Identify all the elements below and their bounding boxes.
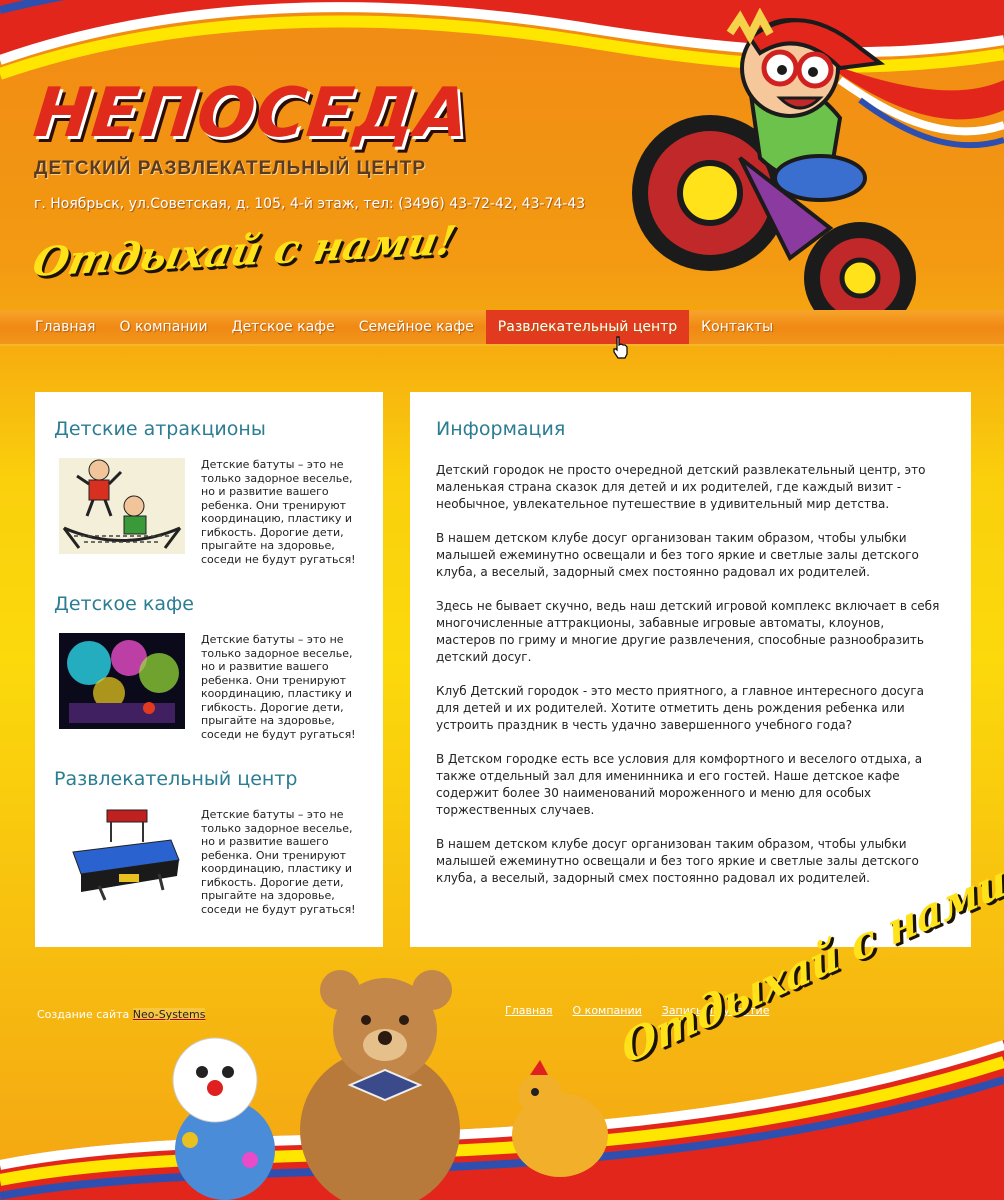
sidebar-block: Детское кафе Детские батуты – это не тол… bbox=[54, 593, 365, 768]
content-paragraph: Здесь не бывает скучно, ведь наш детский… bbox=[436, 599, 940, 664]
footer-credit-prefix: Создание сайта bbox=[37, 1008, 130, 1021]
logo-subtitle: ДЕТСКИЙ РАЗВЛЕКАТЕЛЬНЫЙ ЦЕНТР bbox=[34, 158, 427, 179]
main-content: Информация Детский городок не просто оче… bbox=[410, 392, 971, 947]
sidebar-block: Развлекательный центр Детские батуты – э… bbox=[54, 768, 365, 943]
footer-link-home[interactable]: Главная bbox=[505, 1004, 553, 1017]
contact-address: г. Ноябрьск, ул.Советская, д. 105, 4-й э… bbox=[34, 196, 586, 212]
footer-credit: Создание сайта Neo-Systems bbox=[37, 1008, 206, 1021]
sidebar-block-text: Детские батуты – это не только задорное … bbox=[201, 808, 356, 916]
footer-toys-illustration bbox=[0, 970, 1004, 1200]
air-hockey-table-thumbnail[interactable] bbox=[59, 808, 185, 904]
logo-title: НЕПОСЕДА bbox=[29, 74, 474, 153]
footer-link-about[interactable]: О компании bbox=[573, 1004, 642, 1017]
content-paragraph: Детский городок не просто очередной детс… bbox=[436, 463, 926, 511]
trampoline-kids-thumbnail[interactable] bbox=[59, 458, 185, 554]
nav-item-home[interactable]: Главная bbox=[23, 310, 107, 344]
sidebar-block-title[interactable]: Детские атракционы bbox=[54, 418, 365, 440]
header-slogan: Отдыхай с нами! bbox=[28, 217, 460, 286]
nav-item-about[interactable]: О компании bbox=[107, 310, 219, 344]
nav-item-family-cafe[interactable]: Семейное кафе bbox=[347, 310, 486, 344]
main-nav: Главная О компании Детское кафе Семейное… bbox=[0, 310, 1004, 344]
cafe-interior-thumbnail[interactable] bbox=[59, 633, 185, 729]
nav-item-kids-cafe[interactable]: Детское кафе bbox=[220, 310, 347, 344]
footer-credit-link[interactable]: Neo-Systems bbox=[132, 1008, 206, 1021]
sidebar-block-text: Детские батуты – это не только задорное … bbox=[201, 458, 356, 566]
sidebar-panel: Детские атракционы Детские батуты – это … bbox=[35, 392, 383, 947]
sidebar-block: Детские атракционы Детские батуты – это … bbox=[54, 418, 365, 593]
content-paragraph: В Детском городке есть все условия для к… bbox=[436, 752, 923, 817]
sidebar-block-title[interactable]: Развлекательный центр bbox=[54, 768, 365, 790]
sidebar-block-text: Детские батуты – это не только задорное … bbox=[201, 633, 356, 741]
site-logo[interactable]: НЕПОСЕДА ДЕТСКИЙ РАЗВЛЕКАТЕЛЬНЫЙ ЦЕНТР bbox=[30, 74, 474, 180]
content-paragraph: Клуб Детский городок - это место приятно… bbox=[436, 684, 925, 732]
content-paragraph: В нашем детском клубе досуг организован … bbox=[436, 531, 919, 579]
page-title: Информация bbox=[436, 418, 566, 440]
sidebar-block-title[interactable]: Детское кафе bbox=[54, 593, 365, 615]
boy-on-tricycle-illustration bbox=[632, 8, 916, 313]
content-paragraph: В нашем детском клубе досуг организован … bbox=[436, 837, 919, 885]
page: НЕПОСЕДА ДЕТСКИЙ РАЗВЛЕКАТЕЛЬНЫЙ ЦЕНТР г… bbox=[0, 0, 1004, 1200]
nav-item-entertainment[interactable]: Развлекательный центр bbox=[485, 310, 690, 344]
mouse-cursor-icon bbox=[613, 336, 628, 359]
nav-item-contacts[interactable]: Контакты bbox=[689, 310, 785, 344]
footer-credit-link-label: Neo-Systems bbox=[132, 1008, 206, 1021]
